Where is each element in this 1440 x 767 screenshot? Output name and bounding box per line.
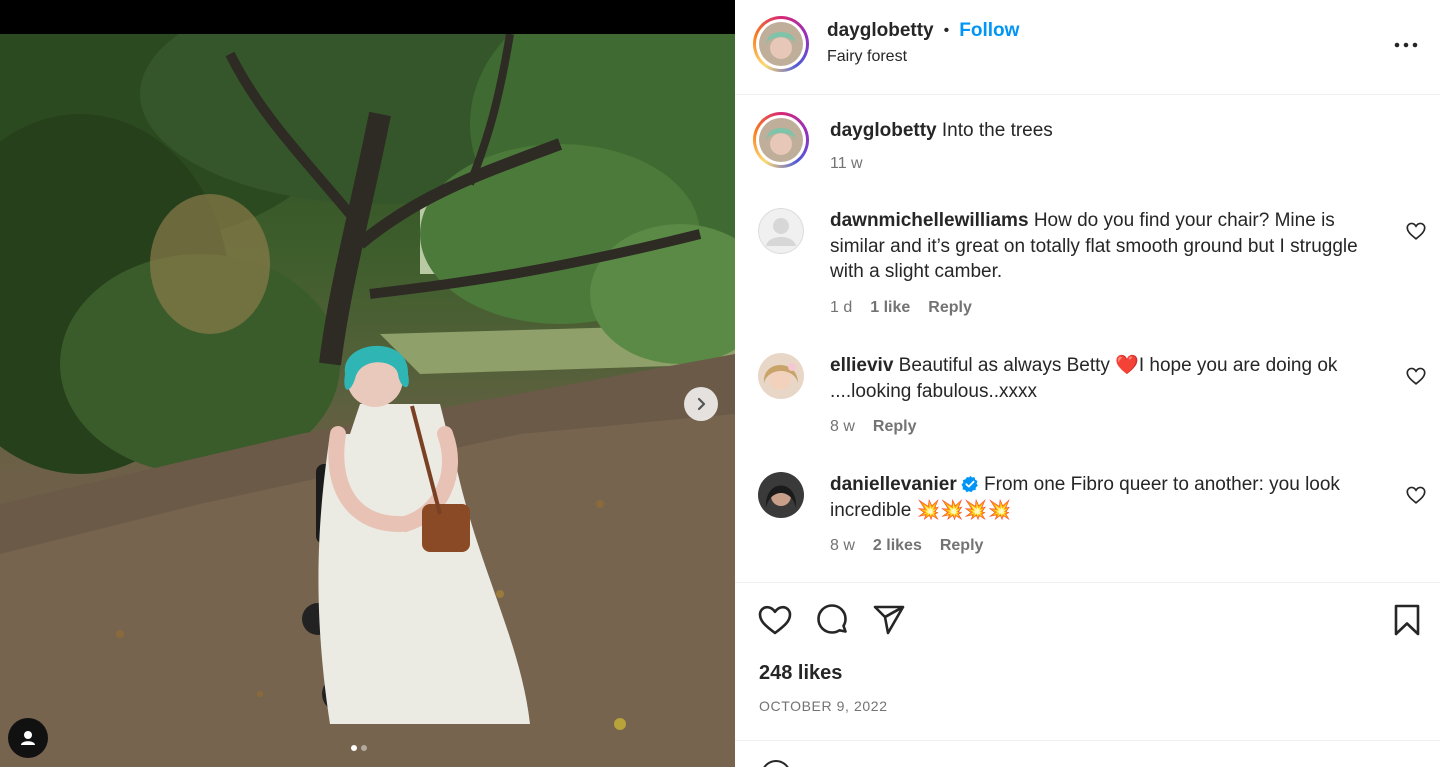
carousel-next-button[interactable] xyxy=(684,387,718,421)
comment-reply-button[interactable]: Reply xyxy=(940,537,984,555)
tagged-users-button[interactable] xyxy=(8,718,48,758)
comment-meta: 8 w 2 likes Reply xyxy=(830,537,983,555)
more-options-icon[interactable] xyxy=(1391,30,1421,60)
chevron-right-icon xyxy=(697,397,706,411)
emoji-icon[interactable] xyxy=(761,760,791,767)
comment-likes[interactable]: 2 likes xyxy=(873,537,922,555)
carousel-dot xyxy=(361,745,367,751)
comment-heart-icon[interactable] xyxy=(1405,220,1427,242)
comment-icon[interactable] xyxy=(814,602,850,638)
caption-story-ring[interactable] xyxy=(753,112,809,168)
caption-username[interactable]: dayglobetty xyxy=(830,120,937,141)
like-count[interactable]: 248 likes xyxy=(759,662,842,685)
comment-likes[interactable]: 1 like xyxy=(870,299,910,317)
comment-username[interactable]: ellieviv xyxy=(830,355,893,376)
verified-badge-icon xyxy=(961,475,978,493)
comment-avatar[interactable] xyxy=(758,353,804,399)
carousel-indicator xyxy=(351,745,367,751)
user-tag-icon xyxy=(21,731,35,745)
post-detail-panel: dayglobetty • Follow Fairy forest dayglo… xyxy=(735,0,1440,767)
follow-button[interactable]: Follow xyxy=(959,20,1019,42)
comment-username[interactable]: daniellevanier xyxy=(830,474,957,495)
comment-reply-button[interactable]: Reply xyxy=(873,418,917,436)
post-date[interactable]: OCTOBER 9, 2022 xyxy=(759,698,888,714)
divider xyxy=(735,740,1440,741)
forest-scene-illustration xyxy=(0,34,735,767)
story-ring[interactable] xyxy=(753,16,809,72)
post-media xyxy=(0,0,735,767)
comment-heart-icon[interactable] xyxy=(1405,484,1427,506)
comment-timestamp[interactable]: 8 w xyxy=(830,537,855,555)
comment-text: ellieviv Beautiful as always Betty ❤️I h… xyxy=(830,353,1390,404)
comment-text: daniellevanier From one Fibro queer to a… xyxy=(830,472,1390,523)
comment-body: Beautiful as always Betty ❤️I hope you a… xyxy=(830,355,1338,402)
heart-icon[interactable] xyxy=(757,602,793,638)
comment-avatar[interactable] xyxy=(758,472,804,518)
comment-timestamp[interactable]: 1 d xyxy=(830,299,852,317)
comment-meta: 8 w Reply xyxy=(830,418,916,436)
comment-reply-button[interactable]: Reply xyxy=(928,299,972,317)
comment-username[interactable]: dawnmichellewilliams xyxy=(830,210,1029,231)
separator-dot: • xyxy=(943,22,950,39)
caption-text: dayglobetty Into the trees xyxy=(830,120,1053,142)
comment-avatar[interactable] xyxy=(758,208,804,254)
location-link[interactable]: Fairy forest xyxy=(827,48,907,66)
comment-text: dawnmichellewilliams How do you find you… xyxy=(830,208,1390,285)
post-photo[interactable] xyxy=(0,34,735,767)
bookmark-icon[interactable] xyxy=(1389,602,1425,638)
caption-timestamp[interactable]: 11 w xyxy=(830,155,863,173)
post-header: dayglobetty • Follow Fairy forest xyxy=(735,0,1440,95)
comment-heart-icon[interactable] xyxy=(1405,365,1427,387)
comment-meta: 1 d 1 like Reply xyxy=(830,299,972,317)
carousel-dot-active xyxy=(351,745,357,751)
divider xyxy=(735,582,1440,583)
author-username[interactable]: dayglobetty xyxy=(827,20,934,42)
comment-timestamp[interactable]: 8 w xyxy=(830,418,855,436)
share-icon[interactable] xyxy=(871,602,907,638)
caption-body: Into the trees xyxy=(941,120,1053,141)
caption-avatar[interactable] xyxy=(759,118,803,162)
author-avatar[interactable] xyxy=(759,22,803,66)
